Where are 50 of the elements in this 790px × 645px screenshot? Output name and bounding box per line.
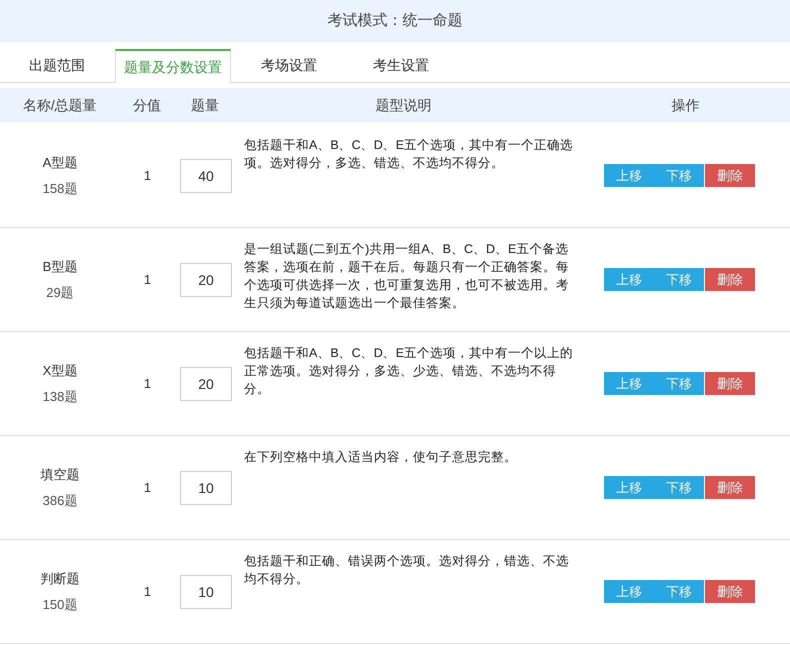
move-down-button[interactable]: 下移 <box>654 164 704 187</box>
move-down-button[interactable]: 下移 <box>654 580 704 603</box>
question-total: 29题 <box>46 284 74 302</box>
score-value: 1 <box>144 374 152 393</box>
type-description: 是一组试题(二到五个)共用一组A、B、C、D、E五个备选答案，选项在前，题干在后。每题只有一个正确答案。每个选项可供选择一次，也可重复选用，也可不被选用。考生只须为每道试题选出一个最佳答案。 <box>244 241 570 312</box>
column-header: 题量 <box>190 96 220 114</box>
score-value: 1 <box>144 478 152 497</box>
question-type-name: B型题 <box>42 258 78 276</box>
question-type-name: X型题 <box>42 362 78 380</box>
type-description: 包括题干和正确、错误两个选项。选对得分，错选、不选均不得分。 <box>244 553 570 588</box>
page-header: 考试模式：统一命题 <box>0 0 790 42</box>
count-input[interactable]: 20 <box>180 366 232 400</box>
tab[interactable]: 题量及分数设置 <box>115 49 231 83</box>
question-total: 138题 <box>42 388 78 406</box>
move-down-button[interactable]: 下移 <box>654 476 704 499</box>
move-up-button[interactable]: 上移 <box>604 580 654 603</box>
delete-button[interactable]: 删除 <box>705 580 755 603</box>
column-header: 分值 <box>132 96 162 114</box>
type-description: 在下列空格中填入适当内容，使句子意思完整。 <box>244 449 518 466</box>
score-value: 1 <box>144 166 152 185</box>
question-total: 150题 <box>42 596 78 614</box>
question-type-name: 判断题 <box>40 570 80 588</box>
delete-button[interactable]: 删除 <box>705 476 755 499</box>
tab[interactable]: 考场设置 <box>233 48 345 82</box>
question-type-name: 填空题 <box>40 466 80 484</box>
tab[interactable]: 出题范围 <box>1 48 113 82</box>
type-description: 包括题干和A、B、C、D、E五个选项，其中有一个正确选项。选对得分，多选、错选、不选均不得分。 <box>244 137 574 172</box>
move-down-button[interactable]: 下移 <box>654 372 704 395</box>
score-value: 1 <box>144 582 152 601</box>
count-input[interactable]: 10 <box>180 574 232 608</box>
column-header: 题型说明 <box>374 96 432 114</box>
question-total: 386题 <box>42 492 78 510</box>
count-input[interactable]: 40 <box>180 158 232 192</box>
type-description: 包括题干和A、B、C、D、E五个选项，其中有一个以上的正常选项。选对得分，多选、少选、错选、不选均不得分。 <box>244 345 574 398</box>
move-up-button[interactable]: 上移 <box>604 164 654 187</box>
delete-button[interactable]: 删除 <box>705 164 755 187</box>
move-down-button[interactable]: 下移 <box>654 268 704 291</box>
column-header: 名称/总题量 <box>22 96 98 114</box>
count-input[interactable]: 20 <box>180 262 232 296</box>
count-input[interactable]: 10 <box>180 470 232 504</box>
question-total: 158题 <box>42 180 78 198</box>
move-up-button[interactable]: 上移 <box>604 268 654 291</box>
move-up-button[interactable]: 上移 <box>604 476 654 499</box>
delete-button[interactable]: 删除 <box>705 268 755 291</box>
score-value: 1 <box>144 270 152 289</box>
delete-button[interactable]: 删除 <box>705 372 755 395</box>
column-header: 操作 <box>670 96 700 114</box>
tab[interactable]: 考生设置 <box>345 48 457 82</box>
question-type-name: A型题 <box>42 154 78 172</box>
move-up-button[interactable]: 上移 <box>604 372 654 395</box>
